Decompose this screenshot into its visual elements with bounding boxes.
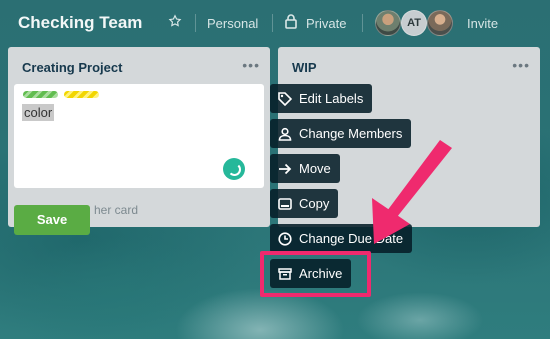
clock-icon [278,231,292,246]
menu-item-copy[interactable]: Copy [270,189,339,218]
board-header: Checking Team Personal Private AT Invite [0,0,550,46]
card-icon [278,197,292,210]
menu-item-change-due-date[interactable]: Change Due Date [270,224,413,253]
ellipsis-icon[interactable]: ••• [512,57,530,73]
visibility-button[interactable]: Private [306,16,346,31]
menu-item-label: Edit Labels [299,91,364,106]
tag-icon [278,91,292,106]
menu-item-label: Move [299,161,331,176]
menu-item-edit-labels[interactable]: Edit Labels [270,84,373,113]
menu-item-move[interactable]: Move [270,154,340,183]
invite-button[interactable]: Invite [467,16,498,31]
loading-spinner-icon [223,158,245,180]
arrow-right-icon [279,163,292,174]
menu-item-label: Change Members [299,126,403,141]
board-title[interactable]: Checking Team [18,13,142,33]
avatar[interactable] [375,10,401,36]
avatar[interactable] [427,10,453,36]
card-label-green [23,91,58,98]
menu-item-label: Change Due Date [299,231,404,246]
save-button[interactable]: Save [14,205,90,235]
menu-item-change-members[interactable]: Change Members [270,119,412,148]
list-title[interactable]: Creating Project [22,60,122,75]
card-title-input[interactable]: color [22,104,55,121]
lock-icon [285,14,297,34]
card-label-yellow [64,91,99,98]
team-button[interactable]: Personal [207,16,258,31]
ellipsis-icon[interactable]: ••• [242,57,260,73]
header-divider [362,14,363,32]
menu-item-label: Copy [299,196,330,211]
list-title[interactable]: WIP [292,60,317,75]
add-card-link[interactable]: her card [94,203,138,217]
person-icon [278,127,292,141]
archive-highlight-box [260,251,371,297]
header-divider [195,14,196,32]
list-creating-project: Creating Project ••• color her card Save [8,47,270,235]
avatar[interactable]: AT [401,10,427,36]
card-editor[interactable]: color [14,84,264,188]
star-icon[interactable] [168,14,182,32]
header-divider [272,14,273,32]
